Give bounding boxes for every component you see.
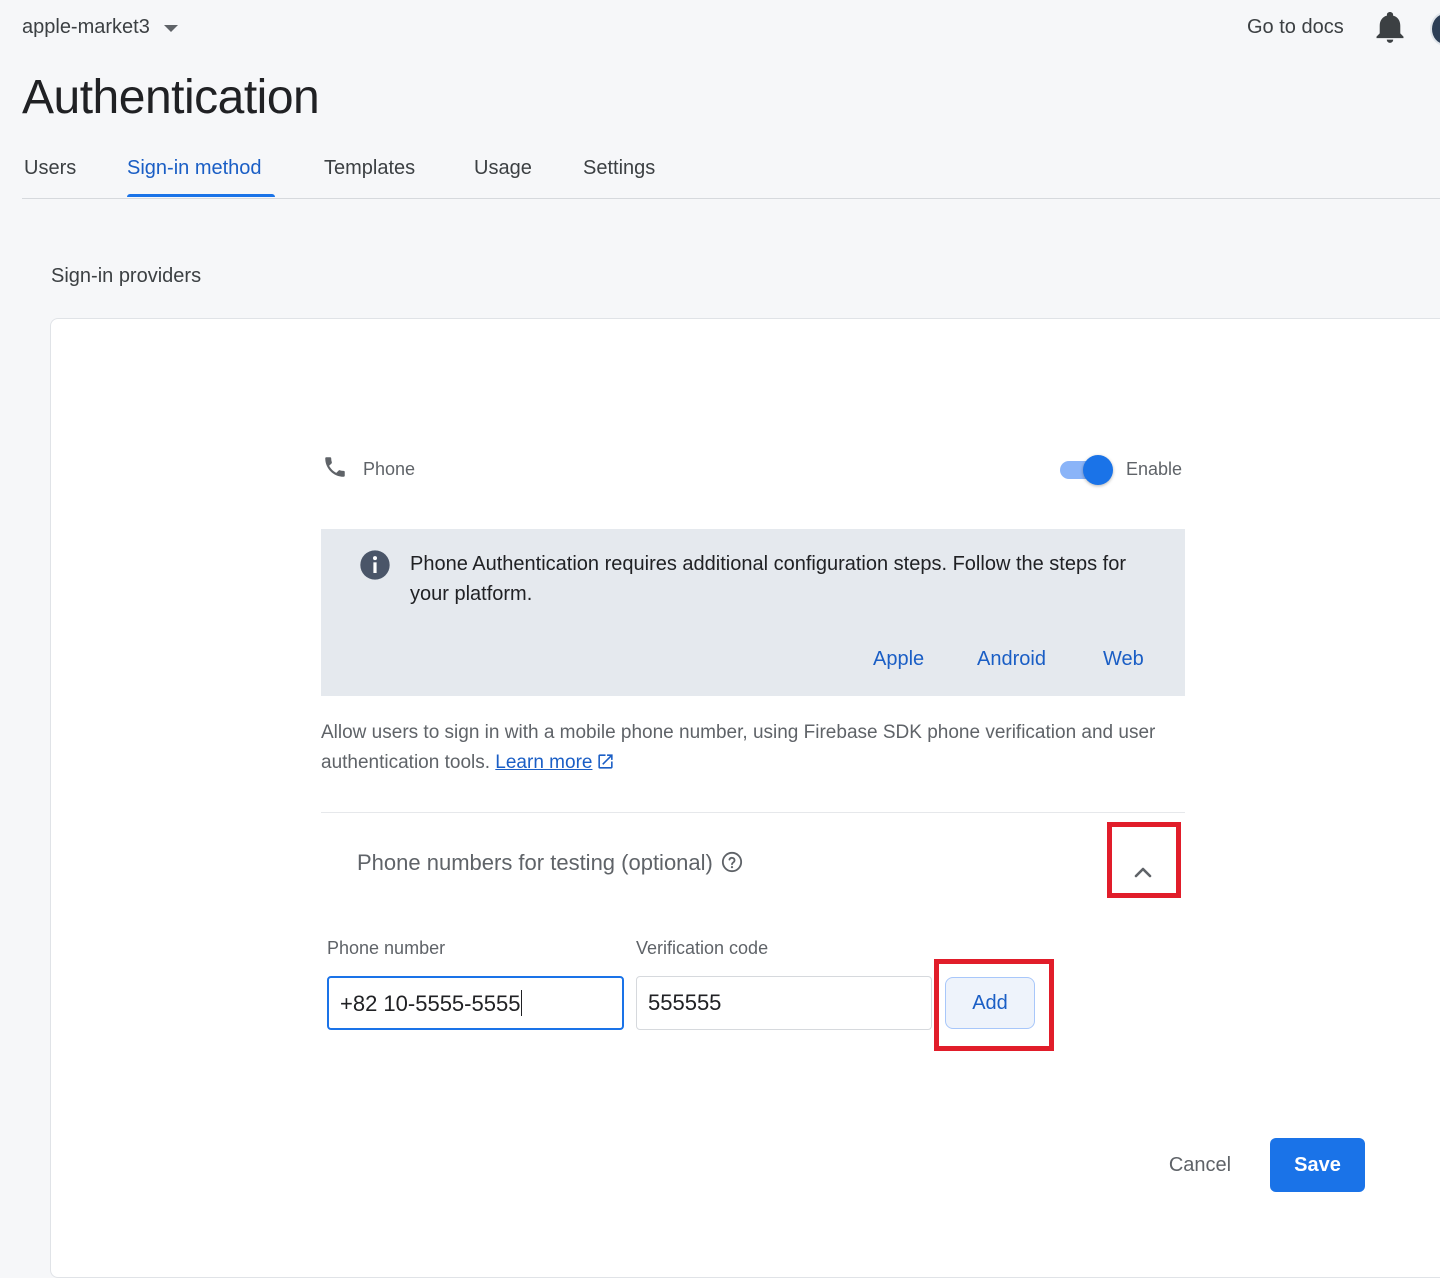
- project-name: apple-market3: [22, 16, 150, 38]
- tab-settings[interactable]: Settings: [583, 157, 655, 180]
- dropdown-arrow-icon: [163, 25, 178, 32]
- toggle-knob: [1083, 455, 1113, 485]
- phone-number-value: +82 10-5555-5555: [340, 991, 521, 1016]
- tab-users[interactable]: Users: [24, 157, 76, 180]
- verification-code-input[interactable]: 555555: [636, 976, 932, 1030]
- web-setup-link[interactable]: Web: [1103, 648, 1144, 671]
- top-bar: apple-market3 Go to docs: [0, 0, 1440, 58]
- verification-code-label: Verification code: [636, 938, 769, 958]
- enable-label: Enable: [1126, 459, 1183, 479]
- tab-bar: Users Sign-in method Templates Usage Set…: [22, 148, 1440, 199]
- provider-description: Allow users to sign in with a mobile pho…: [321, 718, 1185, 778]
- testing-panel-title: Phone numbers for testing (optional): [357, 850, 713, 875]
- info-icon: [360, 550, 390, 580]
- external-link-icon[interactable]: [596, 752, 615, 771]
- annotation-highlight-add: [934, 959, 1054, 1051]
- cancel-button[interactable]: Cancel: [1150, 1138, 1250, 1192]
- android-setup-link[interactable]: Android: [977, 648, 1046, 671]
- info-message: Phone Authentication requires additional…: [410, 553, 1126, 605]
- active-tab-indicator: [127, 194, 275, 197]
- tab-usage[interactable]: Usage: [474, 157, 532, 180]
- enable-toggle[interactable]: [1060, 452, 1115, 486]
- tab-sign-in-method[interactable]: Sign-in method: [127, 157, 262, 180]
- testing-numbers-panel: Phone numbers for testing (optional): [321, 812, 1185, 912]
- info-banner: Phone Authentication requires additional…: [321, 529, 1185, 696]
- phone-number-input[interactable]: +82 10-5555-5555: [327, 976, 624, 1030]
- notifications-bell-icon[interactable]: [1376, 12, 1404, 44]
- page-title: Authentication: [22, 71, 320, 124]
- phone-number-label: Phone number: [327, 938, 446, 958]
- annotation-highlight-chevron: [1107, 822, 1181, 898]
- save-button[interactable]: Save: [1270, 1138, 1365, 1192]
- text-cursor: [521, 990, 523, 1016]
- verification-code-value: 555555: [648, 990, 722, 1015]
- provider-header: Phone Enable: [322, 450, 1185, 490]
- section-heading: Sign-in providers: [51, 265, 202, 287]
- testing-panel-title-row: Phone numbers for testing (optional): [357, 850, 743, 876]
- tab-templates[interactable]: Templates: [324, 157, 415, 180]
- help-icon[interactable]: [721, 851, 743, 873]
- phone-icon: [325, 457, 345, 477]
- description-text: Allow users to sign in with a mobile pho…: [321, 722, 1156, 773]
- provider-name: Phone: [363, 459, 416, 479]
- apple-setup-link[interactable]: Apple: [873, 648, 924, 671]
- learn-more-link[interactable]: Learn more: [495, 752, 592, 773]
- user-avatar[interactable]: [1430, 12, 1440, 46]
- go-to-docs-link[interactable]: Go to docs: [1247, 16, 1344, 39]
- project-selector[interactable]: apple-market3: [22, 16, 178, 39]
